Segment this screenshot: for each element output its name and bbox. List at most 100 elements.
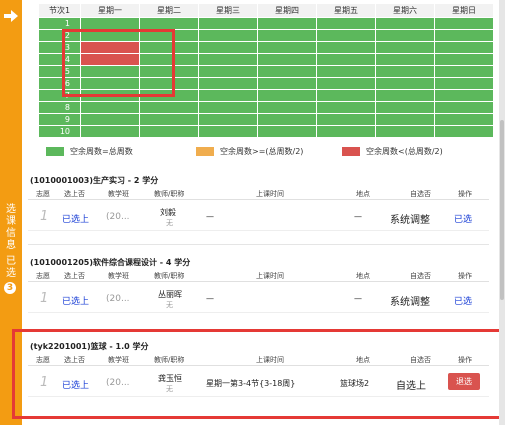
col-op: 操作 xyxy=(458,190,472,198)
vertical-scrollbar[interactable] xyxy=(499,0,505,425)
col-time: 上课时间 xyxy=(256,190,284,198)
selected-status-link[interactable]: 已选上 xyxy=(62,212,89,225)
slot-cell[interactable] xyxy=(434,65,494,78)
sidebar-label-1: 选 xyxy=(6,204,16,215)
slot-cell[interactable] xyxy=(257,101,317,114)
teacher-title: 无 xyxy=(166,219,173,227)
drop-course-button[interactable]: 退选 xyxy=(448,373,480,390)
slot-cell[interactable] xyxy=(316,125,376,138)
slot-cell[interactable] xyxy=(375,41,435,54)
legend-label: 空余周数=总周数 xyxy=(70,147,133,156)
slot-cell[interactable] xyxy=(257,77,317,90)
course-panel: (tyk2201001)篮球 - 1.0 学分 志愿 选上否 教学班 教师/职称… xyxy=(28,341,489,403)
slot-cell[interactable] xyxy=(316,89,376,102)
slot-cell[interactable] xyxy=(434,53,494,66)
divider xyxy=(28,244,489,245)
slot-cell[interactable] xyxy=(434,113,494,126)
slot-cell[interactable] xyxy=(198,65,258,78)
schedule-legend: 空余周数=总周数 空余周数>=(总周数/2) 空余周数<(总周数/2) xyxy=(38,144,494,158)
slot-cell[interactable] xyxy=(257,29,317,42)
selected-action-link[interactable]: 已选 xyxy=(454,212,472,225)
slot-cell[interactable] xyxy=(257,89,317,102)
slot-cell[interactable] xyxy=(198,113,258,126)
slot-cell[interactable] xyxy=(198,53,258,66)
slot-cell[interactable] xyxy=(316,113,376,126)
course-title: (1010001003)生产实习 - 2 学分 xyxy=(30,176,159,185)
slot-cell[interactable] xyxy=(139,125,199,138)
course-panel: (1010001003)生产实习 - 2 学分 志愿 选上否 教学班 教师/职称… xyxy=(28,175,489,235)
selection-mode: 自选上 xyxy=(396,381,426,392)
legend-swatch-green xyxy=(46,147,64,156)
slot-cell[interactable] xyxy=(375,113,435,126)
slot-cell[interactable] xyxy=(80,17,140,30)
period-label: 9 xyxy=(38,113,81,126)
slot-cell[interactable] xyxy=(257,17,317,30)
header-thu: 星期四 xyxy=(257,3,317,18)
slot-cell[interactable] xyxy=(434,101,494,114)
slot-cell[interactable] xyxy=(139,101,199,114)
location: — xyxy=(354,212,362,221)
slot-cell[interactable] xyxy=(257,53,317,66)
slot-cell[interactable] xyxy=(375,29,435,42)
col-mode: 自选否 xyxy=(410,356,431,364)
slot-cell[interactable] xyxy=(316,53,376,66)
slot-cell[interactable] xyxy=(316,29,376,42)
class-time: — xyxy=(206,212,214,221)
legend-label: 空余周数>=(总周数/2) xyxy=(220,147,304,156)
teacher-name: 刘毅 xyxy=(160,208,176,217)
slot-cell[interactable] xyxy=(434,125,494,138)
selected-status-link[interactable]: 已选上 xyxy=(62,378,89,391)
slot-cell[interactable] xyxy=(375,101,435,114)
slot-cell[interactable] xyxy=(375,77,435,90)
slot-cell[interactable] xyxy=(316,101,376,114)
arrow-right-icon[interactable] xyxy=(4,10,18,22)
selected-status-link[interactable]: 已选上 xyxy=(62,294,89,307)
slot-cell[interactable] xyxy=(198,17,258,30)
slot-cell[interactable] xyxy=(198,29,258,42)
slot-cell[interactable] xyxy=(257,65,317,78)
slot-cell[interactable] xyxy=(80,125,140,138)
volunteer-number: 1 xyxy=(40,375,49,390)
slot-cell[interactable] xyxy=(257,41,317,54)
selected-action-link[interactable]: 已选 xyxy=(454,294,472,307)
slot-cell[interactable] xyxy=(375,65,435,78)
slot-cell[interactable] xyxy=(198,77,258,90)
slot-cell[interactable] xyxy=(434,17,494,30)
selection-mode: 系统调整 xyxy=(390,215,430,226)
slot-cell[interactable] xyxy=(257,125,317,138)
col-teacher: 教师/职称 xyxy=(154,190,185,198)
annotation-box xyxy=(62,29,175,97)
scrollbar-thumb[interactable] xyxy=(500,120,504,300)
col-op: 操作 xyxy=(458,356,472,364)
slot-cell[interactable] xyxy=(198,101,258,114)
slot-cell[interactable] xyxy=(257,113,317,126)
slot-cell[interactable] xyxy=(316,17,376,30)
col-mode: 自选否 xyxy=(410,190,431,198)
slot-cell[interactable] xyxy=(198,125,258,138)
slot-cell[interactable] xyxy=(316,65,376,78)
slot-cell[interactable] xyxy=(198,41,258,54)
slot-cell[interactable] xyxy=(316,41,376,54)
slot-cell[interactable] xyxy=(434,41,494,54)
col-selected: 选上否 xyxy=(64,272,85,280)
slot-cell[interactable] xyxy=(375,125,435,138)
slot-cell[interactable] xyxy=(139,17,199,30)
col-selected: 选上否 xyxy=(64,190,85,198)
slot-cell[interactable] xyxy=(139,113,199,126)
slot-cell[interactable] xyxy=(80,101,140,114)
slot-cell[interactable] xyxy=(316,77,376,90)
slot-cell[interactable] xyxy=(375,17,435,30)
location: 篮球场2 xyxy=(340,379,370,388)
slot-cell[interactable] xyxy=(434,89,494,102)
slot-cell[interactable] xyxy=(198,89,258,102)
slot-cell[interactable] xyxy=(375,53,435,66)
course-table-header: 志愿 选上否 教学班 教师/职称 上课时间 地点 自选否 操作 xyxy=(28,189,489,200)
slot-cell[interactable] xyxy=(375,89,435,102)
slot-cell[interactable] xyxy=(80,113,140,126)
legend-swatch-orange xyxy=(196,147,214,156)
class-code: (20... xyxy=(106,212,130,222)
slot-cell[interactable] xyxy=(434,77,494,90)
schedule-row: 9 xyxy=(38,113,494,126)
slot-cell[interactable] xyxy=(434,29,494,42)
course-row: 1 已选上 (20... 刘毅 无 — — 系统调整 已选 xyxy=(28,201,489,231)
